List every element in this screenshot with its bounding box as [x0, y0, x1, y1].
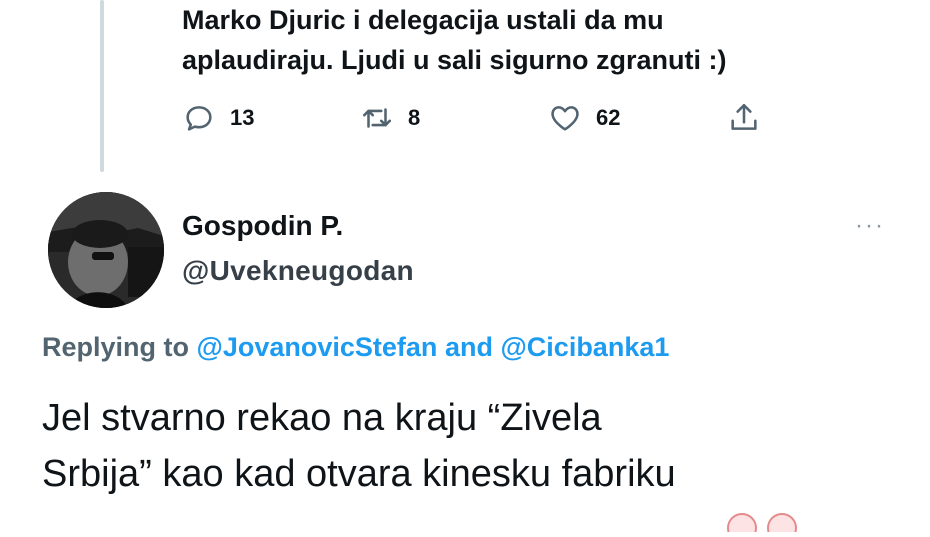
- user-handle[interactable]: @Uvekneugodan: [182, 255, 414, 287]
- tweet-text: Jel stvarno rekao na kraju “Zivela Srbij…: [42, 390, 902, 502]
- replying-to: Replying to @JovanovicStefan and @Ciciba…: [42, 332, 669, 363]
- like-count: 62: [596, 105, 621, 130]
- replying-prefix: Replying to: [42, 332, 189, 362]
- reply-icon: [186, 106, 212, 131]
- more-icon[interactable]: ···: [855, 212, 885, 240]
- share-icon: [731, 103, 757, 130]
- reply-count: 13: [230, 105, 255, 130]
- retweet-icon: [362, 108, 392, 128]
- share-button[interactable]: [727, 98, 761, 138]
- reply-mention-1[interactable]: @JovanovicStefan: [197, 332, 438, 362]
- like-button[interactable]: 62: [548, 98, 620, 138]
- reply-mention-2[interactable]: @Cicibanka1: [500, 332, 669, 362]
- display-name[interactable]: Gospodin P.: [182, 210, 343, 242]
- previous-tweet-text: Marko Djuric i delegacija ustali da mu a…: [182, 0, 902, 80]
- like-icon: [551, 106, 579, 131]
- previous-tweet-line-1: Marko Djuric i delegacija ustali da mu: [182, 5, 664, 35]
- reply-and: and: [444, 332, 493, 362]
- previous-tweet-line-2: aplaudiraju. Ljudi u sali sigurno zgranu…: [182, 45, 727, 75]
- avatar[interactable]: [48, 192, 164, 308]
- previous-tweet-actions: 13 8 62: [182, 98, 802, 138]
- tweet-text-line-1: Jel stvarno rekao na kraju “Zivela: [42, 397, 602, 439]
- tweet-text-line-2: Srbija” kao kad otvara kinesku fabriku: [42, 453, 676, 495]
- reply-button[interactable]: 13: [182, 98, 254, 138]
- thread-line: [100, 0, 104, 172]
- retweet-button[interactable]: 8: [360, 98, 420, 138]
- retweet-count: 8: [408, 105, 421, 130]
- emoji-partial: [720, 512, 840, 537]
